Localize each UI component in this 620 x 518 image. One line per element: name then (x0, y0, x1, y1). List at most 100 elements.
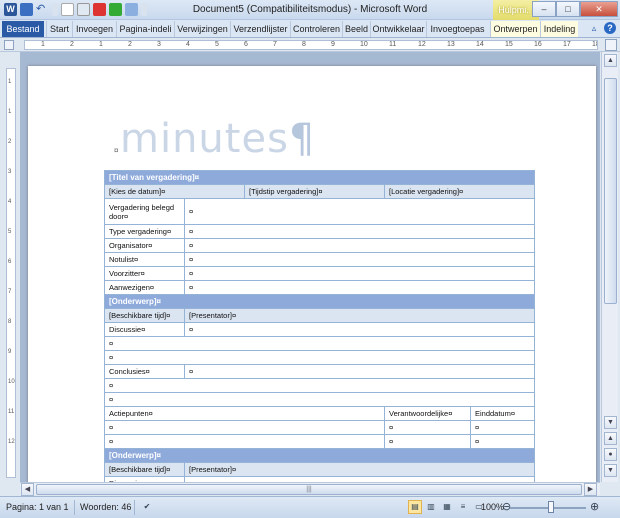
deadline-label: Einddatum¤ (469, 406, 536, 421)
ruler-mark: 15 (505, 41, 513, 48)
page-count[interactable]: Pagina: 1 van 1 (6, 502, 69, 512)
web-layout-icon[interactable]: ▦ (440, 500, 454, 514)
empty-row[interactable]: ¤ (103, 336, 536, 351)
empty-row[interactable]: ¤ (103, 378, 536, 393)
tab-verwijzingen[interactable]: Verwijzingen (174, 21, 230, 37)
horizontal-scrollbar[interactable]: ◀ ||| ▶ (20, 482, 600, 496)
zoom-slider-thumb[interactable] (548, 501, 554, 513)
vertical-scroll-thumb[interactable] (604, 78, 617, 304)
minutes-heading-text: minutes (120, 116, 289, 162)
tab-bestand[interactable]: Bestand (2, 21, 44, 37)
document-page[interactable]: ¤ minutes¶ [Titel van vergadering]¤ [Kie… (28, 66, 596, 482)
word-count[interactable]: Woorden: 46 (80, 502, 131, 512)
vertical-scrollbar[interactable]: ▲ ▼ ▲ ● ▼ (601, 52, 618, 482)
tab-verzendlijsten[interactable]: Verzendlijster (230, 21, 290, 37)
vertical-ruler-mark: 5 (8, 229, 12, 235)
field-value[interactable]: ¤ (183, 198, 536, 225)
status-bar: Pagina: 1 van 1 Woorden: 46 ✔ ▤ ▥ ▦ ≡ ▭ … (0, 496, 620, 518)
view-ruler-button[interactable] (605, 39, 617, 51)
ribbon-right-controls: ▵ ? (588, 22, 616, 34)
discussion-label: Discussie¤ (104, 322, 185, 337)
ruler-mark: 3 (157, 41, 161, 48)
responsible-cell[interactable]: ¤ (384, 420, 471, 435)
scroll-up-icon[interactable]: ▲ (604, 54, 617, 67)
tab-invoegtoepassingen[interactable]: Invoegtoepas (426, 21, 488, 37)
field-value[interactable]: ¤ (183, 238, 536, 253)
field-label: Aanwezigen¤ (104, 280, 185, 295)
vertical-ruler-mark: 10 (8, 379, 15, 385)
discussion-value[interactable]: ¤ (183, 322, 536, 337)
field-label: Notulist¤ (104, 252, 185, 267)
collapse-ribbon-icon[interactable]: ▵ (588, 22, 600, 34)
vertical-ruler-mark: 4 (8, 199, 12, 205)
tab-invoegen[interactable]: Invoegen (72, 21, 116, 37)
responsible-cell[interactable]: ¤ (384, 434, 471, 449)
topic-header[interactable]: [Onderwerp]¤ (103, 448, 536, 463)
scroll-down-icon[interactable]: ▼ (604, 416, 617, 429)
close-button[interactable]: ✕ (580, 1, 618, 17)
full-screen-reading-icon[interactable]: ▥ (424, 500, 438, 514)
action-cell[interactable]: ¤ (104, 434, 385, 449)
field-label: Voorzitter¤ (104, 266, 185, 281)
ruler-mark: 13 (447, 41, 455, 48)
empty-row[interactable]: ¤ (103, 350, 536, 365)
tab-selector[interactable] (4, 40, 14, 50)
ruler-mark: 5 (215, 41, 219, 48)
zoom-in-icon[interactable]: ⊕ (590, 500, 599, 513)
tab-controleren[interactable]: Controleren (290, 21, 342, 37)
field-label: Type vergadering¤ (104, 224, 185, 239)
scroll-left-icon[interactable]: ◀ (21, 483, 34, 496)
next-page-icon[interactable]: ▼ (604, 464, 617, 477)
vertical-ruler-mark: 1 (8, 79, 12, 85)
meeting-location-cell[interactable]: [Locatie vergadering]¤ (383, 184, 536, 199)
topic-header[interactable]: [Onderwerp]¤ (103, 294, 536, 309)
conclusions-label: Conclusies¤ (104, 364, 185, 379)
field-value[interactable]: ¤ (183, 224, 536, 239)
field-label: Vergadering belegd door¤ (104, 198, 185, 225)
zoom-level[interactable]: 100% (481, 502, 504, 512)
field-value[interactable]: ¤ (183, 280, 536, 295)
help-icon[interactable]: ? (604, 22, 616, 34)
horizontal-scroll-thumb[interactable]: ||| (36, 484, 582, 495)
field-value[interactable]: ¤ (183, 252, 536, 267)
minutes-heading[interactable]: minutes¶ (120, 116, 315, 162)
tab-ontwikkelaar[interactable]: Ontwikkelaar (370, 21, 426, 37)
tab-beeld[interactable]: Beeld (342, 21, 370, 37)
action-cell[interactable]: ¤ (104, 420, 385, 435)
maximize-button[interactable]: □ (556, 1, 580, 17)
scroll-right-icon[interactable]: ▶ (584, 483, 597, 496)
minimize-button[interactable]: – (532, 1, 556, 17)
previous-page-icon[interactable]: ▲ (604, 432, 617, 445)
outline-view-icon[interactable]: ≡ (456, 500, 470, 514)
ruler-mark: 11 (389, 41, 397, 48)
ribbon-tab-bar: Bestand Start Invoegen Pagina-indeli Ver… (0, 20, 620, 38)
ruler-mark: 1 (41, 41, 45, 48)
ruler-mark: 4 (186, 41, 190, 48)
deadline-cell[interactable]: ¤ (469, 434, 536, 449)
tab-pagina-indeling[interactable]: Pagina-indeli (116, 21, 174, 37)
time-allocated-cell[interactable]: [Beschikbare tijd]¤ (104, 308, 185, 323)
meeting-title-cell[interactable]: [Titel van vergadering]¤ (103, 170, 536, 185)
field-value[interactable]: ¤ (183, 266, 536, 281)
time-allocated-cell[interactable]: [Beschikbare tijd]¤ (104, 462, 185, 477)
meeting-time-cell[interactable]: [Tijdstip vergadering]¤ (244, 184, 385, 199)
tab-indeling[interactable]: Indeling (540, 21, 578, 37)
presenter-cell[interactable]: [Presentator]¤ (183, 462, 536, 477)
print-layout-icon[interactable]: ▤ (408, 500, 422, 514)
browse-object-icon[interactable]: ● (604, 448, 617, 461)
horizontal-ruler[interactable]: 12123456789101112131415161718 (24, 40, 598, 50)
paragraph-mark: ¤ (114, 146, 119, 155)
minutes-table[interactable]: [Titel van vergadering]¤ [Kies de datum]… (103, 170, 536, 482)
conclusions-value[interactable]: ¤ (183, 364, 536, 379)
vertical-ruler-mark: 2 (8, 139, 12, 145)
presenter-cell[interactable]: [Presentator]¤ (183, 308, 536, 323)
tab-start[interactable]: Start (46, 21, 72, 37)
empty-row[interactable]: ¤ (103, 392, 536, 407)
tab-ontwerpen[interactable]: Ontwerpen (490, 21, 540, 37)
ruler-mark: 12 (418, 41, 426, 48)
vertical-ruler[interactable]: 1 1 2 3 4 5 6 7 8 9 10 11 12 (6, 68, 16, 478)
ruler-mark: 8 (302, 41, 306, 48)
meeting-date-cell[interactable]: [Kies de datum]¤ (104, 184, 245, 199)
deadline-cell[interactable]: ¤ (469, 420, 536, 435)
proofing-icon[interactable]: ✔ (140, 500, 154, 514)
